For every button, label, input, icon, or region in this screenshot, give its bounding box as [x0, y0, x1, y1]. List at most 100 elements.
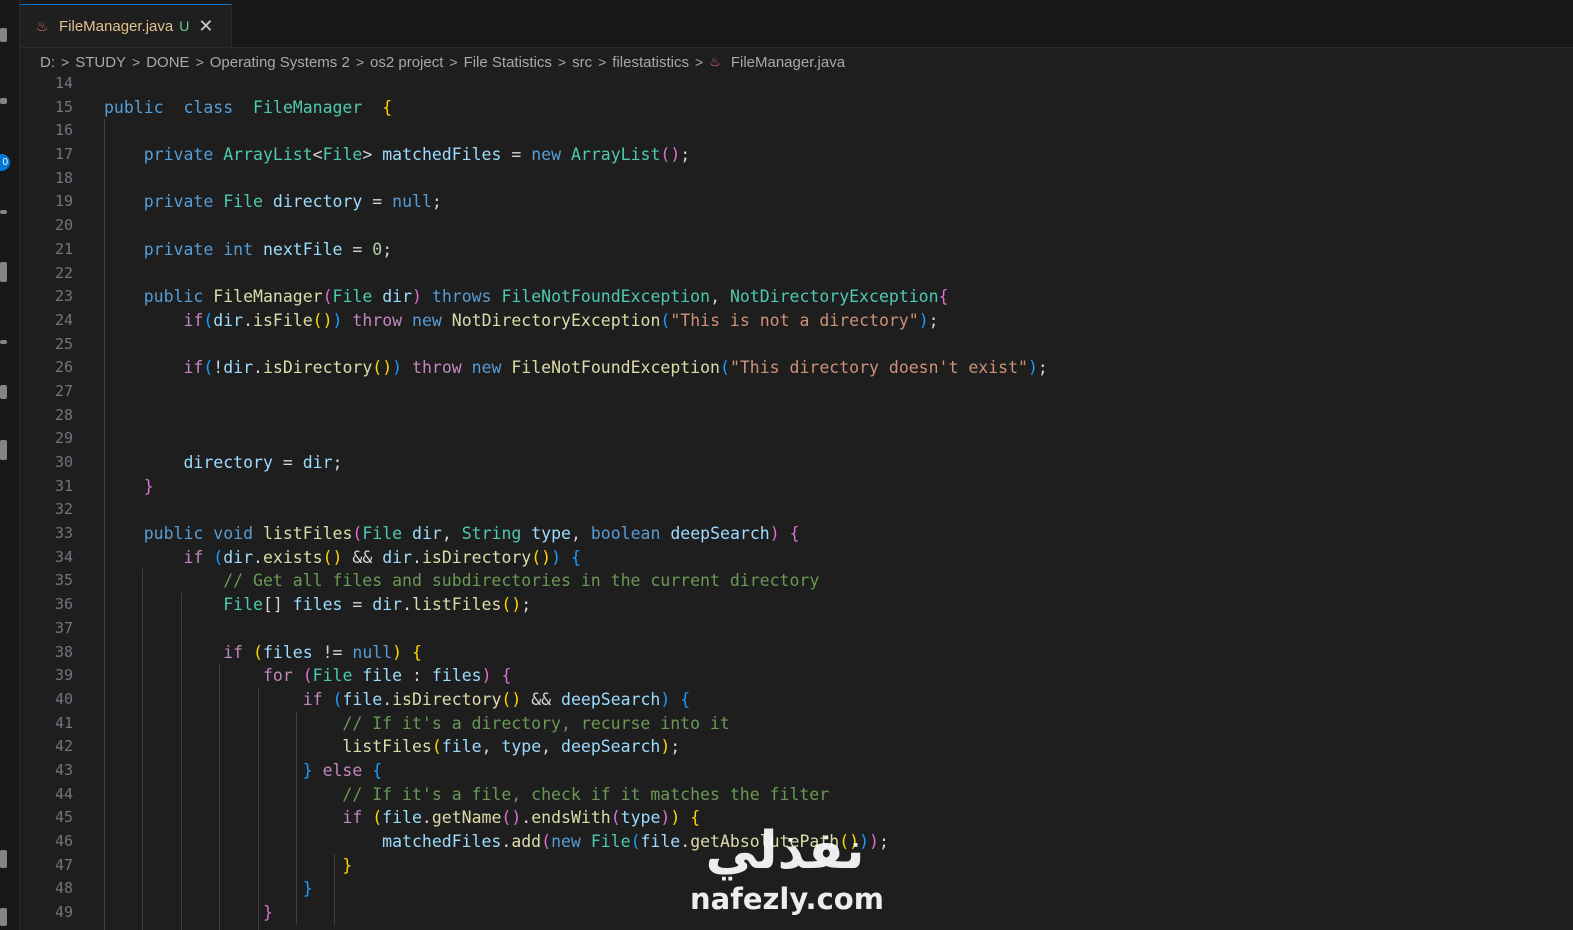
code-token: { [382, 97, 393, 117]
line-number: 34 [54, 547, 73, 566]
code-token: = [272, 453, 303, 472]
run-debug-icon[interactable] [0, 210, 7, 214]
code-line[interactable]: if(!dir.isDirectory()) throw new FileNot… [104, 356, 1573, 380]
code-token: ; [670, 737, 681, 757]
code-token: ( [372, 808, 383, 828]
code-line[interactable]: // If it's a directory, recurse into it [104, 712, 1573, 736]
code-line[interactable]: } else { [104, 759, 1573, 783]
code-line[interactable] [104, 404, 1573, 428]
breadcrumb-file[interactable]: FileManager.java [731, 54, 845, 71]
code-line[interactable]: if (file.isDirectory() && deepSearch) { [104, 688, 1573, 712]
source-control-badge[interactable]: 0 [0, 154, 10, 171]
code-line[interactable] [104, 380, 1573, 404]
code-line[interactable] [104, 262, 1573, 286]
code-token: isDirectory [262, 358, 373, 378]
remote-icon[interactable] [0, 340, 7, 344]
code-area[interactable]: public class FileManager { private Array… [104, 72, 1573, 930]
code-line[interactable]: directory = dir; [104, 451, 1573, 475]
code-line[interactable] [104, 72, 1573, 96]
line-number: 15 [54, 97, 73, 116]
code-line[interactable] [104, 119, 1573, 143]
code-token: file [441, 737, 482, 757]
breadcrumb-done[interactable]: DONE [146, 54, 189, 71]
code-token: ( [322, 287, 333, 307]
code-token: if [183, 310, 204, 330]
line-number: 29 [54, 429, 73, 448]
code-line[interactable]: public class FileManager { [104, 96, 1573, 120]
code-editor[interactable]: 14 15 16 17 18 19 20 21 22 23 24 25 26 27 28 29 30 31 32 33… [20, 72, 1573, 930]
code-line[interactable] [104, 214, 1573, 238]
code-line[interactable]: private int nextFile = 0; [104, 238, 1573, 262]
breadcrumb-src[interactable]: src [572, 54, 592, 71]
code-line[interactable]: if (files != null) { [104, 641, 1573, 665]
tab-filemanager-java[interactable]: ♨ FileManager.java U ✕ [20, 4, 232, 47]
code-token: private [143, 192, 214, 212]
breadcrumb-os2-project[interactable]: os2 project [370, 54, 443, 71]
line-number: 16 [54, 121, 73, 140]
code-token: ( [332, 689, 343, 709]
code-token: FileNotFoundException [511, 358, 720, 378]
code-token: isDirectory [421, 547, 532, 567]
code-line[interactable]: private File directory = null; [104, 190, 1573, 214]
code-line[interactable]: // If it's a file, check if it matches t… [104, 783, 1573, 807]
code-token: ) [412, 287, 422, 307]
code-token: type [620, 808, 661, 828]
extensions-icon[interactable] [0, 262, 7, 282]
testing-icon[interactable] [0, 385, 7, 399]
line-number: 42 [54, 737, 73, 756]
code-line[interactable]: // Get all files and subdirectories in t… [104, 569, 1573, 593]
accounts-icon[interactable] [0, 440, 7, 460]
code-token: ; [382, 239, 393, 259]
breadcrumb-operating-systems-2[interactable]: Operating Systems 2 [210, 54, 350, 71]
code-token: != [312, 642, 353, 662]
explorer-icon[interactable] [0, 28, 7, 42]
code-line[interactable]: } [104, 475, 1573, 499]
code-line[interactable] [104, 167, 1573, 191]
line-number: 28 [54, 405, 73, 424]
code-line[interactable]: listFiles(file, type, deepSearch); [104, 735, 1573, 759]
code-token: FileNotFoundException [501, 287, 711, 307]
settings-icon[interactable] [0, 850, 7, 868]
code-line[interactable]: public FileManager(File dir) throws File… [104, 285, 1573, 309]
code-line[interactable] [104, 333, 1573, 357]
code-line[interactable] [104, 427, 1573, 451]
code-token: () [501, 689, 522, 709]
code-line[interactable]: File[] files = dir.listFiles(); [104, 593, 1573, 617]
code-token: ( [630, 832, 641, 851]
code-token: ArrayList [570, 145, 661, 165]
code-token: dir [382, 547, 413, 567]
breadcrumb-file-statistics[interactable]: File Statistics [464, 54, 552, 71]
breadcrumb-filestatistics[interactable]: filestatistics [612, 54, 689, 71]
code-line[interactable]: if(dir.isFile()) throw new NotDirectoryE… [104, 309, 1573, 333]
line-number: 37 [54, 618, 73, 637]
code-line[interactable]: for (File file : files) { [104, 664, 1573, 688]
code-token: type [531, 524, 571, 544]
breadcrumb-drive[interactable]: D: [40, 54, 55, 71]
code-line[interactable]: public void listFiles(File dir, String t… [104, 522, 1573, 546]
line-number: 40 [54, 689, 73, 708]
code-token: 0 [372, 239, 383, 259]
code-line[interactable]: private ArrayList<File> matchedFiles = n… [104, 143, 1573, 167]
manage-icon[interactable] [0, 908, 7, 926]
code-line[interactable] [104, 617, 1573, 641]
close-icon[interactable]: ✕ [198, 16, 213, 37]
code-token: && [521, 689, 562, 709]
breadcrumb-study[interactable]: STUDY [75, 54, 126, 71]
code-token: File [590, 832, 631, 851]
code-line[interactable] [104, 498, 1573, 522]
code-line[interactable]: if (dir.exists() && dir.isDirectory()) { [104, 546, 1573, 570]
search-icon[interactable] [0, 98, 7, 104]
code-token: if [342, 808, 363, 828]
code-token: listFiles [412, 595, 502, 615]
